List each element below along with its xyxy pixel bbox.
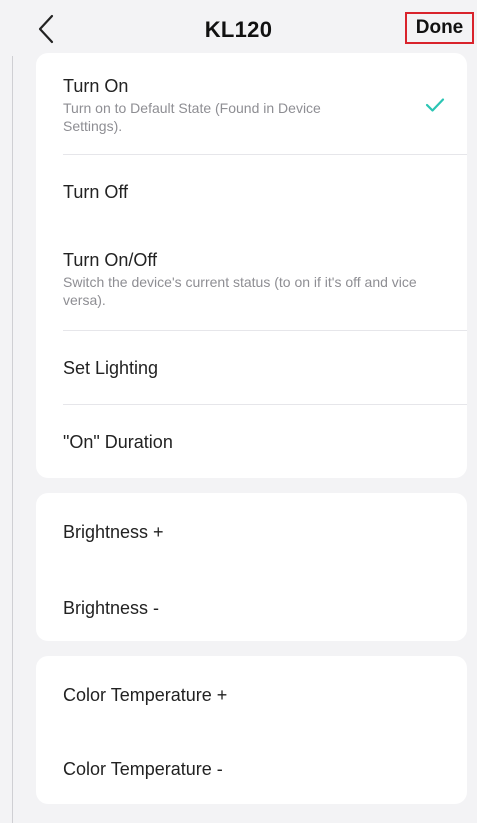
divider — [63, 330, 467, 331]
option-color-temperature-minus[interactable]: Color Temperature - — [36, 758, 467, 780]
option-turn-on-off-label: Turn On/Off — [63, 250, 158, 270]
option-on-duration-label: "On" Duration — [63, 432, 173, 452]
color-temperature-card: Color Temperature + Color Temperature - — [36, 656, 467, 804]
option-on-duration[interactable]: "On" Duration — [36, 431, 467, 453]
option-color-temperature-plus-label: Color Temperature + — [63, 685, 228, 705]
power-actions-card: Turn On Turn on to Default State (Found … — [36, 53, 467, 478]
option-brightness-plus[interactable]: Brightness + — [36, 521, 467, 543]
option-set-lighting-label: Set Lighting — [63, 358, 159, 378]
divider — [63, 154, 467, 155]
option-brightness-minus-label: Brightness - — [63, 598, 160, 618]
option-color-temperature-plus[interactable]: Color Temperature + — [36, 684, 467, 706]
option-turn-off[interactable]: Turn Off — [36, 181, 467, 203]
option-turn-on-description: Turn on to Default State (Found in Devic… — [63, 100, 321, 134]
option-turn-on[interactable]: Turn On Turn on to Default State (Found … — [36, 75, 467, 135]
option-brightness-plus-label: Brightness + — [63, 522, 164, 542]
divider — [63, 404, 467, 405]
frame-edge — [12, 0, 13, 823]
checkmark-icon — [425, 97, 445, 113]
nav-header: KL120 Done — [0, 0, 477, 56]
option-turn-on-label: Turn On — [63, 76, 129, 96]
brightness-card: Brightness + Brightness - — [36, 493, 467, 641]
option-turn-on-off[interactable]: Turn On/Off Switch the device's current … — [36, 249, 467, 309]
done-button[interactable]: Done — [405, 12, 474, 44]
option-brightness-minus[interactable]: Brightness - — [36, 597, 467, 619]
option-color-temperature-minus-label: Color Temperature - — [63, 759, 223, 779]
option-turn-off-label: Turn Off — [63, 182, 129, 202]
option-turn-on-off-description: Switch the device's current status (to o… — [63, 274, 417, 308]
option-set-lighting[interactable]: Set Lighting — [36, 357, 467, 379]
